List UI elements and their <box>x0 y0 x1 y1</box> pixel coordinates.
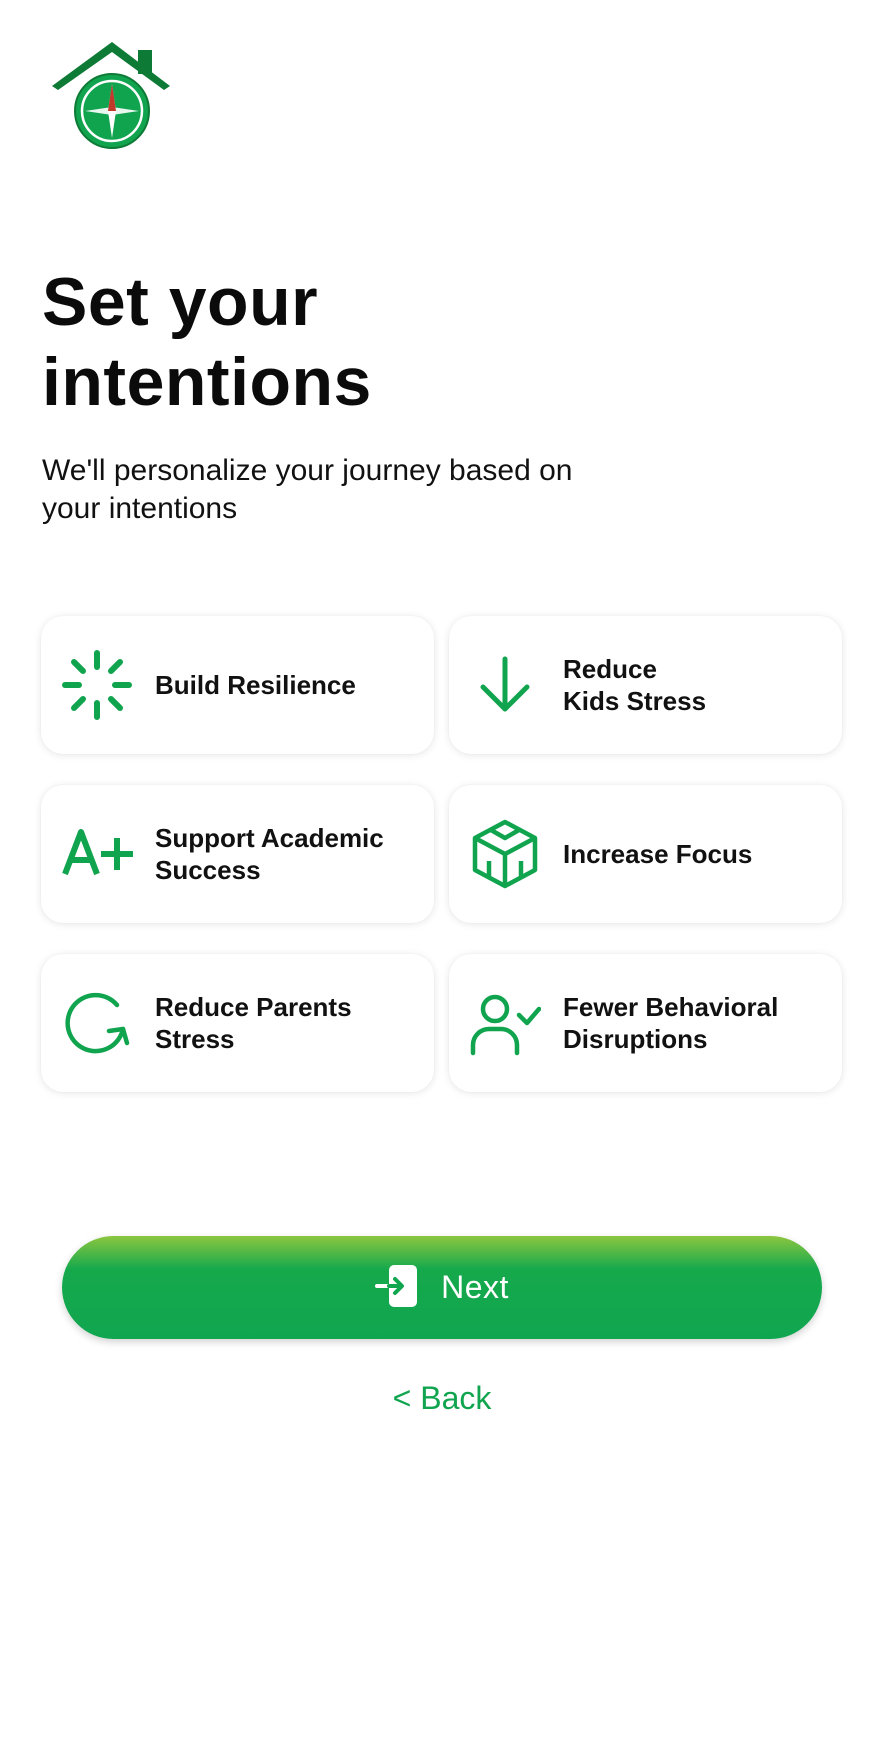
intention-label: Reduce Kids Stress <box>563 654 707 716</box>
a-plus-icon <box>61 818 133 890</box>
intention-card-reduce-kids-stress[interactable]: Reduce Kids Stress <box>449 616 842 754</box>
login-arrow-icon <box>375 1263 419 1312</box>
intention-label: Increase Focus <box>563 839 753 869</box>
intention-card-fewer-behavioral-disruptions[interactable]: Fewer Behavioral Disruptions <box>449 954 842 1092</box>
next-button[interactable]: Next <box>62 1236 822 1339</box>
circular-arrow-icon <box>61 987 133 1059</box>
intention-card-increase-focus[interactable]: Increase Focus <box>449 785 842 923</box>
user-check-icon <box>469 987 541 1059</box>
intentions-grid: Build Resilience Reduce Kids Stress Supp… <box>41 616 844 1092</box>
house-compass-logo-icon <box>52 42 170 149</box>
back-link[interactable]: < Back <box>0 1380 884 1417</box>
next-button-label: Next <box>441 1269 509 1305</box>
arrow-down-icon <box>469 649 541 721</box>
page-subtitle: We'll personalize your journey based on … <box>42 454 573 525</box>
intention-label: Build Resilience <box>155 670 356 700</box>
loading-burst-icon <box>61 649 133 721</box>
page-title: Set your intentions <box>42 264 372 420</box>
intention-card-support-academic-success[interactable]: Support Academic Success <box>41 785 434 923</box>
cube-icon <box>469 818 541 890</box>
app-logo <box>50 40 174 152</box>
intention-label: Support Academic Success <box>155 823 384 885</box>
intention-label: Fewer Behavioral Disruptions <box>563 992 779 1054</box>
intention-label: Reduce Parents Stress <box>155 992 352 1054</box>
intention-card-build-resilience[interactable]: Build Resilience <box>41 616 434 754</box>
intention-card-reduce-parents-stress[interactable]: Reduce Parents Stress <box>41 954 434 1092</box>
